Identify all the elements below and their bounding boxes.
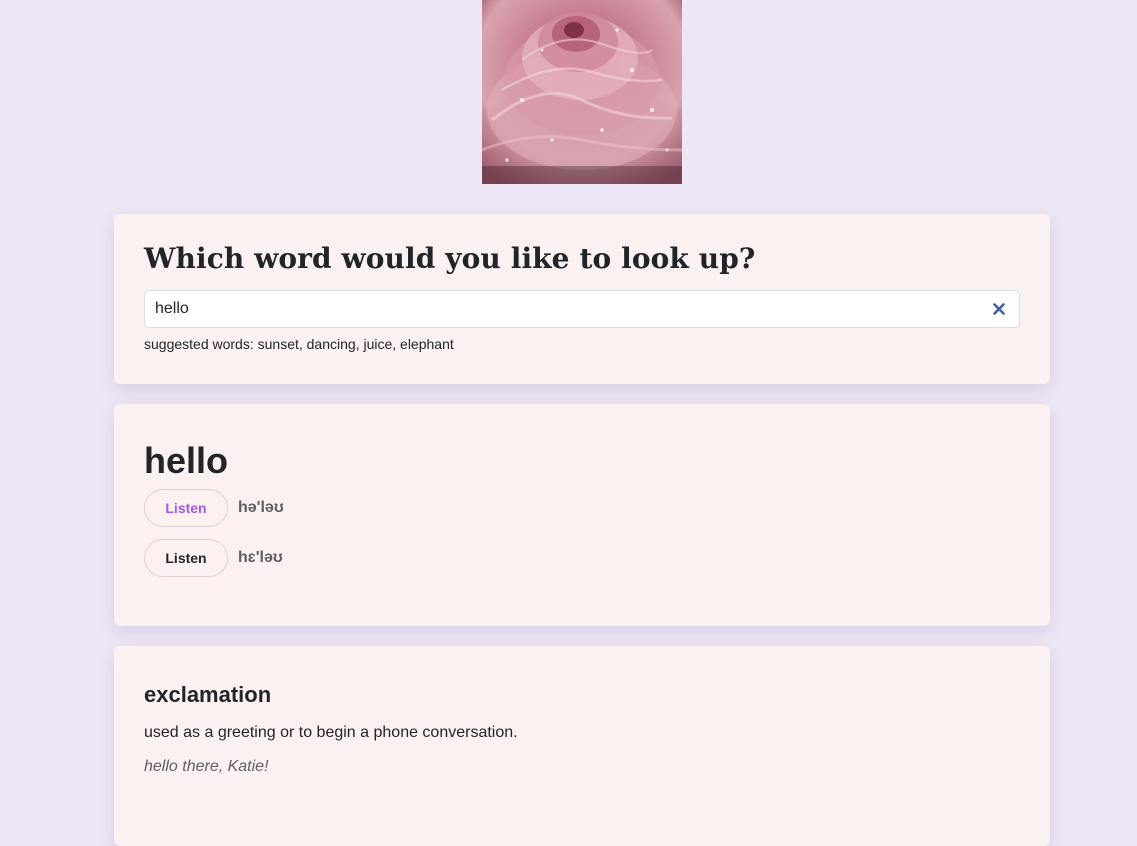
listen-button[interactable]: Listen <box>144 539 228 577</box>
search-title: Which word would you like to look up? <box>144 242 756 275</box>
search-field[interactable] <box>144 290 1020 328</box>
rose-image <box>482 0 682 184</box>
example-text: hello there, Katie! <box>144 758 269 775</box>
search-card: Which word would you like to look up? su… <box>114 214 1050 384</box>
word-heading: hello <box>144 440 229 481</box>
phonetic-text: hə'ləʊ <box>238 499 284 516</box>
close-icon[interactable] <box>991 301 1007 317</box>
part-of-speech: exclamation <box>144 682 272 707</box>
listen-button[interactable]: Listen <box>144 489 228 527</box>
word-card: hello Listen hə'ləʊ Listen hɛ'ləʊ <box>114 404 1050 626</box>
phonetic-text: hɛ'ləʊ <box>238 549 283 566</box>
phonetic-row: Listen hɛ'ləʊ <box>144 539 283 577</box>
meaning-card: exclamation used as a greeting or to beg… <box>114 646 1050 846</box>
definition-text: used as a greeting or to begin a phone c… <box>144 724 518 741</box>
phonetic-row: Listen hə'ləʊ <box>144 489 284 527</box>
suggested-words: suggested words: sunset, dancing, juice,… <box>144 336 454 352</box>
search-input[interactable] <box>145 291 975 327</box>
